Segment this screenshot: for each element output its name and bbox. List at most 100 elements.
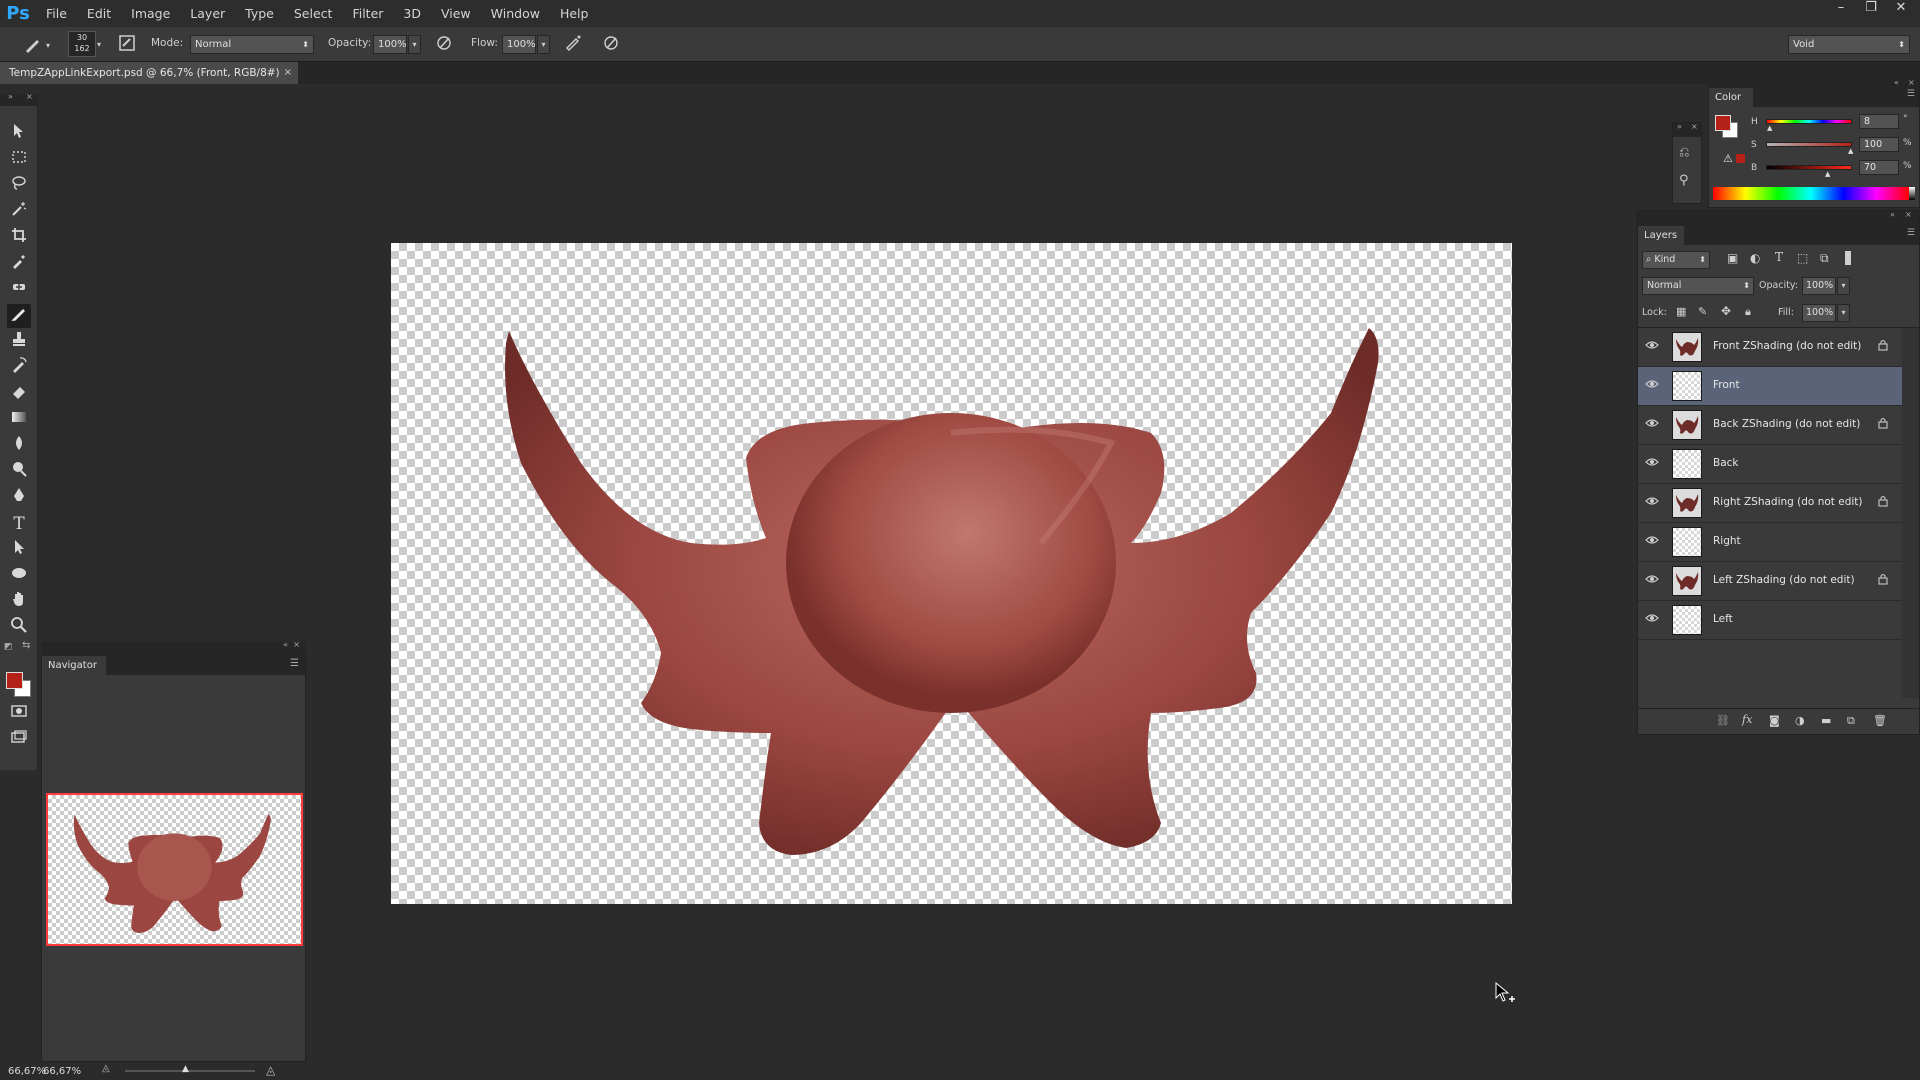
move-tool-icon[interactable] [7,122,31,146]
layer-name[interactable]: Back [1713,457,1739,469]
add-mask-icon[interactable]: ◙ [1769,714,1780,727]
layer-opacity-input[interactable]: 100% [1802,277,1836,295]
navigator-tab[interactable]: Navigator [42,656,106,675]
layer-row[interactable]: Left ZShading (do not edit) [1638,562,1902,601]
status-zoom[interactable]: 66,67% [8,1066,46,1077]
layers-panel-collapse-icon[interactable]: « [1890,210,1895,219]
pressure-opacity-icon[interactable] [433,34,455,56]
color-grayscale-ramp[interactable] [1909,187,1915,200]
saturation-slider-thumb[interactable]: ▲ [1848,147,1853,155]
layer-thumbnail[interactable] [1672,488,1702,518]
new-adjustment-layer-icon[interactable]: ◑ [1795,714,1805,727]
color-panel-fg-swatch[interactable] [1715,115,1731,131]
crop-tool-icon[interactable] [7,226,31,250]
navigator-close-icon[interactable]: × [293,640,300,649]
restore-button[interactable]: ❐ [1858,0,1884,18]
filter-shape-icon[interactable]: ⬚ [1797,251,1808,265]
layer-visibility-eye-icon[interactable] [1644,612,1660,628]
layer-visibility-eye-icon[interactable] [1644,378,1660,394]
layer-thumbnail[interactable] [1672,527,1702,557]
layer-visibility-eye-icon[interactable] [1644,495,1660,511]
healing-brush-tool-icon[interactable] [7,278,31,302]
layer-thumbnail[interactable] [1672,605,1702,635]
brightness-slider[interactable] [1766,165,1852,170]
collapsed-strip-expand-icon[interactable]: » [1677,122,1682,131]
zoom-out-icon[interactable]: ◬ [102,1063,110,1074]
airbrush-icon[interactable] [562,34,584,56]
menu-select[interactable]: Select [284,0,343,27]
hand-tool-icon[interactable] [7,590,31,614]
filter-type-icon[interactable]: T [1775,250,1783,264]
flow-input[interactable]: 100% [502,35,536,54]
zoom-tool-icon[interactable] [7,616,31,640]
hue-input[interactable]: 8 [1859,114,1899,129]
history-panel-icon[interactable]: ⎌ [1679,145,1689,160]
brush-tool-icon[interactable] [7,304,31,328]
layer-opacity-dropdown[interactable]: ▾ [1837,277,1850,295]
layer-row[interactable]: Back ZShading (do not edit) [1638,406,1902,445]
color-panel-collapse-icon[interactable]: « [1894,78,1899,87]
layer-style-icon[interactable]: fx [1742,713,1752,726]
layers-panel-close-icon[interactable]: × [1905,210,1912,219]
layer-name[interactable]: Front [1713,379,1740,391]
layer-row[interactable]: Front [1638,367,1902,406]
history-brush-tool-icon[interactable] [7,356,31,380]
layer-name[interactable]: Right [1713,535,1741,547]
hue-slider-thumb[interactable]: ▲ [1767,124,1772,132]
new-group-icon[interactable]: ▬ [1821,714,1831,727]
navigator-zoom-value[interactable]: 66,67% [43,1066,81,1077]
layer-visibility-eye-icon[interactable] [1644,456,1660,472]
gradient-tool-icon[interactable] [7,408,31,432]
layer-visibility-eye-icon[interactable] [1644,417,1660,433]
filter-toggle-icon[interactable] [1845,251,1851,265]
brightness-slider-thumb[interactable]: ▲ [1825,170,1830,178]
pen-tool-icon[interactable] [7,486,31,510]
flow-dropdown[interactable]: ▾ [537,35,550,54]
brush-preset-dropdown[interactable]: ▾ [46,41,50,50]
pressure-size-icon[interactable] [600,34,622,56]
opacity-input[interactable]: 100% [373,35,407,54]
layer-blend-mode-select[interactable]: Normal ⬍ [1642,277,1754,295]
lasso-tool-icon[interactable] [7,174,31,198]
path-selection-tool-icon[interactable] [7,538,31,562]
brush-size-dropdown[interactable]: ▾ [97,40,101,49]
brush-preset-icon[interactable] [22,34,44,56]
menu-file[interactable]: File [36,0,77,27]
color-panel-menu-icon[interactable]: ☰ [1907,89,1915,99]
swap-colors-icon[interactable]: ⇆ [22,640,30,651]
toolbar-collapse-icon[interactable]: » [8,92,13,101]
document-tab[interactable]: TempZAppLinkExport.psd @ 66,7% (Front, R… [0,62,298,84]
quick-mask-icon[interactable] [7,702,31,726]
collapsed-strip-close-icon[interactable]: × [1691,122,1698,131]
magic-wand-tool-icon[interactable] [7,200,31,224]
layer-name[interactable]: Left [1713,613,1733,625]
zoom-slider-thumb[interactable]: ▲ [182,1064,189,1074]
layer-row[interactable]: Right ZShading (do not edit) [1638,484,1902,523]
layer-name[interactable]: Back ZShading (do not edit) [1713,418,1860,430]
screen-mode-icon[interactable] [7,728,31,752]
close-button[interactable]: ✕ [1888,0,1914,18]
delete-layer-icon[interactable]: 🗑︎ [1873,714,1887,727]
toolbar-close-icon[interactable]: × [26,92,33,101]
layer-fill-dropdown[interactable]: ▾ [1837,304,1850,322]
brush-panel-toggle-icon[interactable] [116,34,138,56]
layer-fill-input[interactable]: 100% [1802,304,1836,322]
layer-visibility-eye-icon[interactable] [1644,573,1660,589]
layer-visibility-eye-icon[interactable] [1644,339,1660,355]
saturation-slider[interactable] [1766,142,1852,147]
dodge-tool-icon[interactable] [7,460,31,484]
layer-filter-select[interactable]: ⌕ Kind ⬍ [1642,251,1710,269]
menu-type[interactable]: Type [235,0,284,27]
brush-size-picker[interactable]: 30 162 [68,31,96,57]
filter-smart-object-icon[interactable]: ⧉ [1820,251,1829,266]
layer-name[interactable]: Front ZShading (do not edit) [1713,340,1861,352]
lock-transparent-pixels-icon[interactable]: ▦ [1676,305,1686,318]
menu-image[interactable]: Image [121,0,180,27]
menu-3d[interactable]: 3D [393,0,431,27]
document-canvas[interactable] [391,243,1512,904]
layer-name[interactable]: Right ZShading (do not edit) [1713,496,1863,508]
layers-panel-menu-icon[interactable]: ☰ [1907,228,1915,238]
brightness-input[interactable]: 70 [1859,160,1899,175]
navigator-menu-icon[interactable]: ☰ [290,658,299,669]
layer-row[interactable]: Left [1638,601,1902,640]
